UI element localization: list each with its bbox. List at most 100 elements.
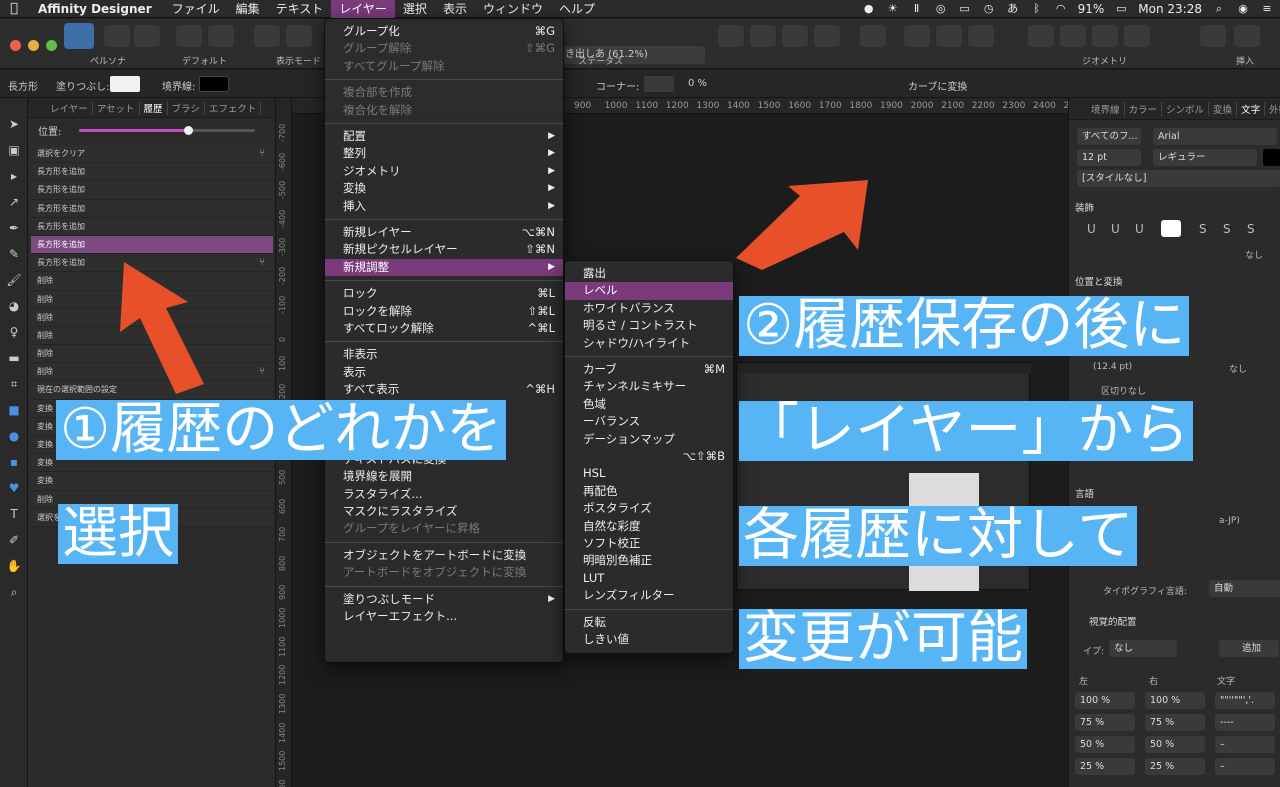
brush-tool-icon[interactable]: 🖌	[5, 272, 23, 288]
slider-knob[interactable]	[184, 125, 194, 135]
font-collection-select[interactable]: すべてのフ...	[1077, 128, 1141, 145]
move-tool-icon[interactable]: ➤	[5, 116, 23, 132]
designer-persona-icon[interactable]	[64, 23, 94, 49]
geometry-divide-icon[interactable]	[1124, 25, 1150, 47]
text-color-swatch[interactable]	[1263, 149, 1280, 166]
layer-menu-item[interactable]: 塗りつぶしモード ▶	[325, 591, 563, 608]
alignment-cell[interactable]: 25 %	[1075, 758, 1135, 775]
place-image-tool-icon[interactable]: ▬	[5, 350, 23, 366]
alignment-cell[interactable]: 50 %	[1075, 736, 1135, 753]
layer-menu-item[interactable]: ラスタライズ...	[325, 486, 563, 503]
menu-text[interactable]: テキスト	[268, 0, 332, 18]
menu-file[interactable]: ファイル	[164, 0, 228, 18]
tab-color[interactable]: カラー	[1125, 101, 1163, 116]
convert-to-curves-button[interactable]: カーブに変換	[908, 78, 967, 93]
default-view-icon[interactable]	[176, 25, 202, 47]
geometry-add-icon[interactable]	[1028, 25, 1054, 47]
layer-menu-item[interactable]: ジオメトリ ▶	[325, 163, 563, 180]
tab-brushes[interactable]: ブラシ	[168, 100, 205, 115]
tab-layers[interactable]: レイヤー	[46, 100, 93, 115]
adjust-menu-item[interactable]: ⌥⇧⌘B	[565, 448, 733, 465]
tab-symbols[interactable]: シンボル	[1162, 101, 1210, 116]
adjust-menu-item[interactable]: レベル	[565, 282, 733, 300]
strike2-icon[interactable]: S	[1223, 222, 1231, 236]
corner-type-select[interactable]	[644, 76, 674, 92]
view-mode-icon[interactable]	[254, 25, 280, 47]
magnet-icon[interactable]	[968, 25, 994, 47]
font-family-select[interactable]: Arial	[1153, 128, 1277, 145]
record-icon[interactable]: ●	[862, 3, 876, 15]
tab-character[interactable]: 文字	[1237, 101, 1266, 116]
layer-menu-item[interactable]: マスクにラスタライズ	[325, 503, 563, 520]
tab-transform[interactable]: 変換	[1209, 101, 1238, 116]
alignment-cell[interactable]: –	[1215, 736, 1275, 753]
stroke-swatch[interactable]	[199, 76, 229, 92]
node-tool-icon[interactable]: ▸	[5, 168, 23, 184]
adjust-menu-item[interactable]: しきい値	[565, 631, 733, 648]
layer-menu-item[interactable]: グループ化 ⌘G	[325, 23, 563, 40]
layer-menu-item[interactable]: 配置 ▶	[325, 128, 563, 145]
adjust-menu-item[interactable]: レンズフィルター	[565, 587, 733, 604]
adjust-menu-item[interactable]: 色域	[565, 396, 733, 413]
layer-menu-item[interactable]: すべてロック解除 ^⌘L	[325, 320, 563, 337]
adjust-menu-item[interactable]: デーションマップ	[565, 431, 733, 448]
strike3-icon[interactable]: S	[1247, 222, 1255, 236]
wifi-icon[interactable]: ◠	[1054, 3, 1068, 15]
history-row[interactable]: 長方形を追加	[31, 235, 273, 255]
alignment-cell[interactable]: –	[1215, 758, 1275, 775]
rectangle-tool-icon[interactable]: ■	[5, 402, 23, 418]
geometry-intersect-icon[interactable]	[1092, 25, 1118, 47]
menu-edit[interactable]: 編集	[228, 0, 268, 18]
geometry-subtract-icon[interactable]	[1060, 25, 1086, 47]
pixel-persona-icon[interactable]	[104, 25, 130, 47]
font-size-input[interactable]: 12 pt	[1077, 149, 1141, 166]
adjust-menu-item[interactable]: ーバランス	[565, 413, 733, 430]
underline-icon[interactable]: U	[1087, 222, 1096, 236]
adjust-menu-item[interactable]: ポスタライズ	[565, 500, 733, 517]
zoom-tool-icon[interactable]: ⌕	[5, 584, 23, 600]
layer-menu-item[interactable]: 新規レイヤー ⌥⌘N	[325, 224, 563, 241]
strike-icon[interactable]: S	[1199, 222, 1207, 236]
menu-layer[interactable]: レイヤー	[331, 0, 395, 18]
default-view2-icon[interactable]	[208, 25, 234, 47]
insert2-icon[interactable]	[1234, 25, 1260, 47]
corner-value[interactable]: 0 %	[688, 78, 707, 89]
ime-indicator[interactable]: あ	[1006, 3, 1020, 15]
adjust-menu-item[interactable]: 反転	[565, 614, 733, 631]
minimize-window-button[interactable]	[28, 40, 39, 51]
font-style-select[interactable]: レギュラー	[1153, 149, 1257, 166]
battery-percent[interactable]: 91%	[1078, 2, 1105, 16]
history-position-slider[interactable]	[79, 125, 256, 135]
flip-v-icon[interactable]	[750, 25, 776, 47]
alignment-cell[interactable]: ""''""','.	[1215, 692, 1275, 709]
view-mode2-icon[interactable]	[286, 25, 312, 47]
alignment-cell[interactable]: 75 %	[1075, 714, 1135, 731]
history-row[interactable]: 長方形を追加	[31, 181, 273, 200]
adjust-menu-item[interactable]: 再配色	[565, 483, 733, 500]
snap-icon[interactable]	[936, 25, 962, 47]
double-underline-icon[interactable]: U	[1111, 222, 1120, 236]
artboard-tool-icon[interactable]: ▣	[5, 142, 23, 158]
no-break-checkbox[interactable]: 区切りなし	[1101, 384, 1146, 397]
transparency-tool-icon[interactable]: ♀	[5, 324, 23, 340]
layer-menu-item[interactable]: ロックを解除 ⇧⌘L	[325, 303, 563, 320]
menu-clock[interactable]: Mon 23:28	[1138, 2, 1202, 16]
adjust-menu-item[interactable]: ホワイトバランス	[565, 300, 733, 317]
layer-menu-item[interactable]: 境界線を展開	[325, 468, 563, 485]
export-persona-icon[interactable]	[134, 25, 160, 47]
layer-menu-item[interactable]: 新規調整 ▶	[325, 258, 563, 277]
hand-tool-icon[interactable]: ✋	[5, 558, 23, 574]
layer-menu-item[interactable]: オブジェクトをアートボードに変換	[325, 547, 563, 564]
add-button[interactable]: 追加	[1219, 640, 1279, 657]
type-select[interactable]: なし	[1109, 640, 1177, 657]
position-transform-section[interactable]: 位置と変換	[1075, 274, 1123, 288]
layer-menu-item[interactable]: 非表示	[325, 346, 563, 363]
tab-history[interactable]: 履歴	[140, 100, 168, 115]
adjust-menu-item[interactable]: 露出	[565, 265, 733, 282]
alignment-cell[interactable]: 100 %	[1075, 692, 1135, 709]
alignment-cell[interactable]: 100 %	[1145, 692, 1205, 709]
crop-tool-icon[interactable]: ⌗	[5, 376, 23, 392]
zoom-window-button[interactable]	[46, 40, 57, 51]
siri-icon[interactable]: ◉	[1236, 3, 1250, 15]
arrange-icon[interactable]	[782, 25, 808, 47]
